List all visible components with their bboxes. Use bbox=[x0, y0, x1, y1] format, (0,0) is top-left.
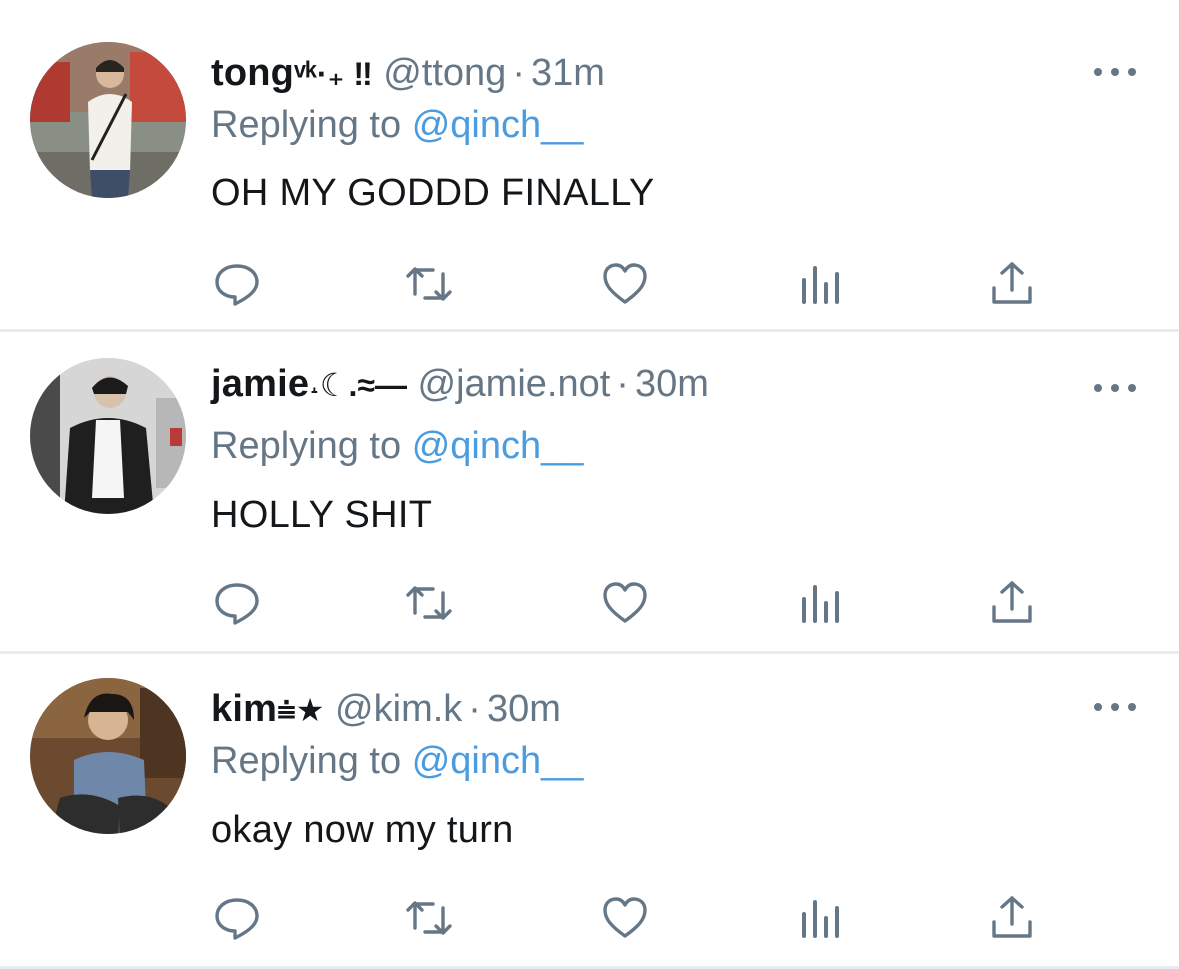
more-dots-icon[interactable] bbox=[1094, 378, 1136, 398]
share-icon[interactable] bbox=[987, 578, 1037, 628]
share-icon[interactable] bbox=[987, 259, 1037, 309]
retweet-icon[interactable] bbox=[404, 578, 454, 628]
separator-dot: · bbox=[616, 363, 629, 405]
action-bar bbox=[0, 259, 1179, 309]
tweet-text: HOLLY SHIT bbox=[211, 494, 433, 536]
heart-icon[interactable] bbox=[600, 578, 650, 628]
action-bar bbox=[0, 893, 1179, 943]
more-dots-icon[interactable] bbox=[1094, 62, 1136, 82]
timestamp[interactable]: 30m bbox=[635, 363, 709, 405]
reply-timeline: tongᵛᵏ·₊ ‼ @ttong · 31m Replying to @qinch… bbox=[0, 0, 1179, 969]
replying-handle-link[interactable]: @qinch__ bbox=[412, 740, 584, 782]
display-name[interactable]: kim bbox=[211, 688, 277, 730]
heart-icon[interactable] bbox=[600, 893, 650, 943]
replying-to: Replying to @qinch__ bbox=[211, 421, 583, 471]
avatar[interactable] bbox=[30, 358, 186, 514]
analytics-icon[interactable] bbox=[795, 259, 845, 309]
analytics-icon[interactable] bbox=[795, 893, 845, 943]
tweet-header: jamie˔☾.≈— @jamie.not · 30m bbox=[211, 359, 709, 409]
tweet-header: kim⩧★ @kim.k · 30m bbox=[211, 684, 561, 734]
replying-to: Replying to @qinch__ bbox=[211, 100, 583, 150]
user-handle[interactable]: @jamie.not bbox=[418, 363, 611, 405]
separator-dot: · bbox=[468, 688, 481, 730]
retweet-icon[interactable] bbox=[404, 259, 454, 309]
tweet[interactable]: kim⩧★ @kim.k · 30m Replying to @qinch__ ok… bbox=[0, 654, 1179, 969]
user-handle[interactable]: @ttong bbox=[383, 52, 506, 94]
retweet-icon[interactable] bbox=[404, 893, 454, 943]
tweet-text: OH MY GODDD FINALLY bbox=[211, 172, 655, 214]
tweet-header: tongᵛᵏ·₊ ‼ @ttong · 31m bbox=[211, 48, 605, 98]
replying-handle-link[interactable]: @qinch__ bbox=[412, 425, 584, 467]
tweet[interactable]: jamie˔☾.≈— @jamie.not · 30m Replying to @q… bbox=[0, 332, 1179, 652]
name-decoration: ˔☾.≈— bbox=[309, 367, 407, 403]
replying-handle-link[interactable]: @qinch__ bbox=[412, 104, 584, 146]
more-dots-icon[interactable] bbox=[1094, 697, 1136, 717]
tweet[interactable]: tongᵛᵏ·₊ ‼ @ttong · 31m Replying to @qinch… bbox=[0, 0, 1179, 331]
timestamp[interactable]: 30m bbox=[487, 688, 561, 730]
replying-prefix: Replying to bbox=[211, 425, 402, 467]
reply-icon[interactable] bbox=[212, 893, 262, 943]
reply-icon[interactable] bbox=[212, 578, 262, 628]
separator-dot: · bbox=[512, 52, 525, 94]
user-handle[interactable]: @kim.k bbox=[335, 688, 462, 730]
display-name[interactable]: tong bbox=[211, 52, 294, 94]
name-decoration: ᵛᵏ·₊ ‼ bbox=[294, 56, 373, 92]
avatar[interactable] bbox=[30, 678, 186, 834]
timestamp[interactable]: 31m bbox=[531, 52, 605, 94]
replying-prefix: Replying to bbox=[211, 740, 402, 782]
action-bar bbox=[0, 578, 1179, 628]
avatar[interactable] bbox=[30, 42, 186, 198]
display-name[interactable]: jamie bbox=[211, 363, 309, 405]
name-decoration: ⩧★ bbox=[277, 692, 325, 728]
reply-icon[interactable] bbox=[212, 259, 262, 309]
tweet-text: okay now my turn bbox=[211, 809, 514, 851]
analytics-icon[interactable] bbox=[795, 578, 845, 628]
heart-icon[interactable] bbox=[600, 259, 650, 309]
share-icon[interactable] bbox=[987, 893, 1037, 943]
replying-prefix: Replying to bbox=[211, 104, 402, 146]
replying-to: Replying to @qinch__ bbox=[211, 736, 583, 786]
